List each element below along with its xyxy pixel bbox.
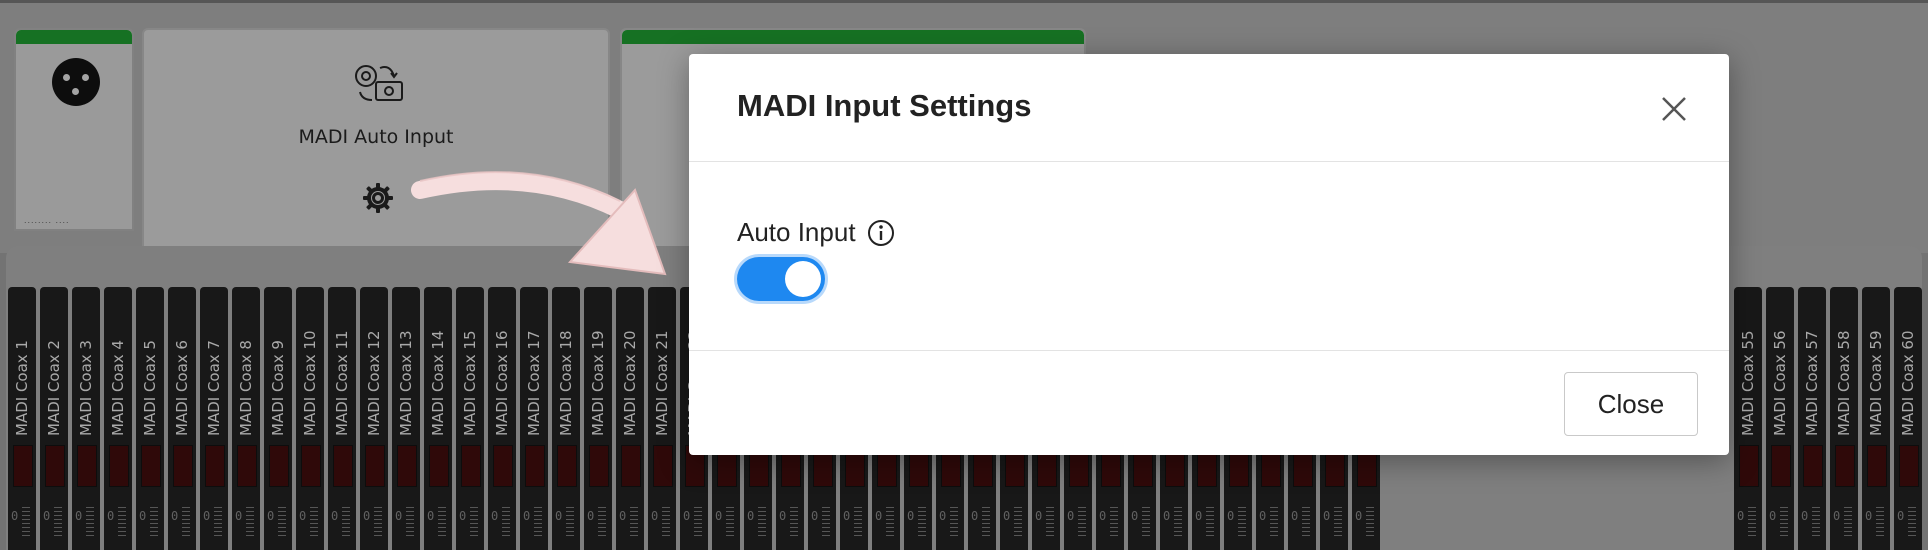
close-button[interactable]: Close xyxy=(1564,372,1698,436)
dialog-title: MADI Input Settings xyxy=(737,88,1032,123)
close-icon[interactable] xyxy=(1659,94,1689,124)
header-divider xyxy=(689,161,1729,162)
madi-input-settings-dialog: MADI Input Settings Auto Input Close xyxy=(689,54,1729,455)
footer-divider xyxy=(689,350,1729,351)
info-icon[interactable] xyxy=(867,219,895,247)
auto-input-field-label: Auto Input xyxy=(737,217,856,247)
auto-input-toggle[interactable] xyxy=(737,257,825,301)
toggle-knob xyxy=(785,261,821,297)
